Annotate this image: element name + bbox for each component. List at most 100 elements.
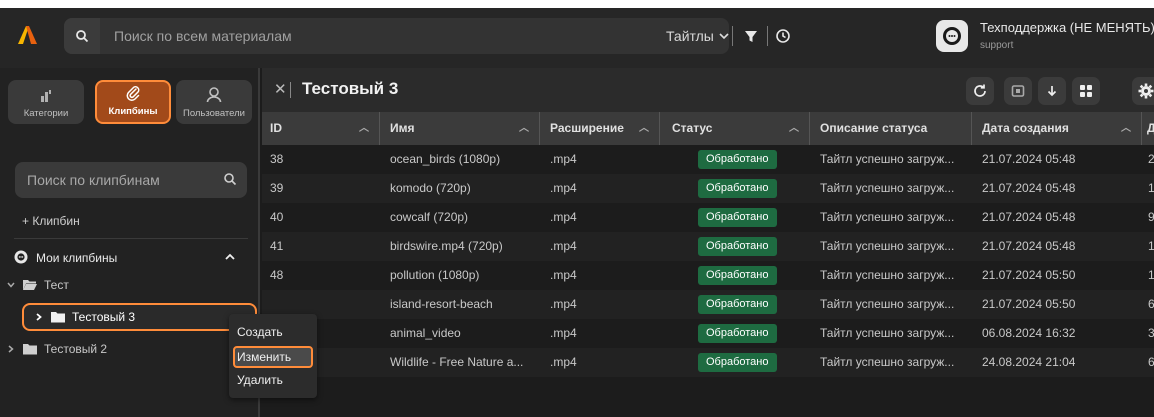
cell-id: 38 bbox=[270, 152, 284, 166]
main-panel: ✕ Тестовый 3 ID ︿ Имя ︿ Расширение ︿ Ста… bbox=[262, 68, 1154, 417]
status-badge: Обработано bbox=[698, 295, 777, 314]
tab-categories-label: Категории bbox=[23, 108, 69, 119]
download-button[interactable] bbox=[1038, 77, 1066, 105]
column-id[interactable]: ID ︿ bbox=[262, 112, 380, 145]
column-status-description[interactable]: Описание статуса bbox=[810, 112, 972, 145]
search-icon[interactable] bbox=[223, 172, 237, 186]
cell-name: animal_video bbox=[390, 326, 461, 340]
grid-view-button[interactable] bbox=[1072, 77, 1100, 105]
clipbin-group-icon bbox=[14, 250, 28, 264]
cell-extension: .mp4 bbox=[550, 297, 577, 311]
close-icon[interactable]: ✕ bbox=[274, 80, 287, 98]
table-row[interactable]: animal_video .mp4 Обработано Тайтл успеш… bbox=[262, 319, 1154, 348]
table-row[interactable]: 48 pollution (1080p) .mp4 Обработано Тай… bbox=[262, 261, 1154, 290]
cell-name: Wildlife - Free Nature a... bbox=[390, 355, 524, 369]
cell-name: komodo (720p) bbox=[390, 181, 471, 195]
user-profile[interactable]: Техподдержка (НЕ МЕНЯТЬ) support bbox=[936, 18, 1154, 56]
settings-button[interactable] bbox=[1132, 77, 1154, 105]
user-icon bbox=[206, 87, 222, 103]
tab-clipbins[interactable]: Клипбины bbox=[95, 80, 171, 124]
column-created-date[interactable]: Дата создания ︿ bbox=[972, 112, 1142, 145]
column-label: Имя bbox=[390, 121, 415, 135]
search-icon[interactable] bbox=[64, 18, 100, 54]
tree-item-label: Тестовый 3 bbox=[72, 310, 136, 324]
column-name[interactable]: Имя ︿ bbox=[380, 112, 540, 145]
context-menu: Создать Изменить Удалить bbox=[229, 314, 317, 398]
cell-name: birdswire.mp4 (720p) bbox=[390, 239, 503, 253]
filter-icon[interactable] bbox=[742, 27, 760, 45]
cell-created-date: 21.07.2024 05:48 bbox=[982, 152, 1076, 166]
chevron-down-icon[interactable] bbox=[6, 280, 16, 290]
cell-extra: 6 bbox=[1148, 297, 1154, 311]
table-row[interactable]: 38 ocean_birds (1080p) .mp4 Обработано Т… bbox=[262, 145, 1154, 174]
chevron-up-icon[interactable] bbox=[224, 251, 236, 263]
table-row[interactable]: Wildlife - Free Nature a... .mp4 Обработ… bbox=[262, 348, 1154, 377]
tab-clipbins-label: Клипбины bbox=[108, 106, 158, 117]
status-badge: Обработано bbox=[698, 208, 777, 227]
cell-created-date: 21.07.2024 05:48 bbox=[982, 239, 1076, 253]
cell-name: cowcalf (720p) bbox=[390, 210, 469, 224]
table-row[interactable]: island-resort-beach .mp4 Обработано Тайт… bbox=[262, 290, 1154, 319]
grid-icon bbox=[1080, 85, 1092, 97]
search-scope-label: Тайтлы bbox=[666, 28, 714, 44]
app-logo[interactable] bbox=[16, 24, 38, 46]
tab-categories[interactable]: Категории bbox=[8, 80, 84, 124]
column-label: Расширение bbox=[550, 121, 624, 135]
cell-created-date: 21.07.2024 05:50 bbox=[982, 268, 1076, 282]
refresh-button[interactable] bbox=[966, 77, 994, 105]
cell-name: pollution (1080p) bbox=[390, 268, 480, 282]
menu-item-edit[interactable]: Изменить bbox=[233, 346, 313, 368]
table-header: ID ︿ Имя ︿ Расширение ︿ Статус ︿ Описание ст… bbox=[262, 112, 1154, 145]
my-clipbins-header[interactable]: Мои клипбины bbox=[14, 246, 246, 270]
tab-users[interactable]: Пользователи bbox=[176, 80, 252, 124]
sort-icon[interactable]: ︿ bbox=[359, 112, 369, 145]
clipbin-search-placeholder[interactable]: Поиск по клипбинам bbox=[27, 172, 160, 188]
global-search[interactable]: Поиск по всем материалам Тайтлы bbox=[64, 18, 790, 54]
sort-icon[interactable]: ︿ bbox=[1121, 112, 1131, 145]
table-row[interactable]: 41 birdswire.mp4 (720p) .mp4 Обработано … bbox=[262, 232, 1154, 261]
sort-icon[interactable]: ︿ bbox=[639, 112, 649, 145]
cell-created-date: 06.08.2024 16:32 bbox=[982, 326, 1076, 340]
table-row[interactable]: 39 komodo (720p) .mp4 Обработано Тайтл у… bbox=[262, 174, 1154, 203]
add-clipbin-button[interactable]: + Клипбин bbox=[22, 214, 80, 228]
top-bar: Поиск по всем материалам Тайтлы Техподде… bbox=[0, 8, 1154, 68]
cell-created-date: 21.07.2024 05:50 bbox=[982, 297, 1076, 311]
column-label: Статус bbox=[672, 121, 713, 135]
cell-extra: 1 bbox=[1148, 181, 1154, 195]
cell-id: 48 bbox=[270, 268, 284, 282]
menu-item-create[interactable]: Создать bbox=[233, 322, 313, 344]
status-badge: Обработано bbox=[698, 324, 777, 343]
cell-created-date: 21.07.2024 05:48 bbox=[982, 181, 1076, 195]
sort-icon[interactable]: ︿ bbox=[519, 112, 529, 145]
history-clock-icon[interactable] bbox=[774, 27, 792, 45]
search-scope-select[interactable]: Тайтлы bbox=[666, 28, 730, 44]
cell-extension: .mp4 bbox=[550, 152, 577, 166]
column-extension[interactable]: Расширение ︿ bbox=[540, 112, 660, 145]
cell-status-description: Тайтл успешно загруж... bbox=[820, 239, 955, 253]
sort-icon[interactable]: ︿ bbox=[789, 112, 799, 145]
chevron-right-icon[interactable] bbox=[34, 312, 44, 322]
tree-item-test[interactable]: Тест bbox=[6, 274, 69, 296]
column-status[interactable]: Статус ︿ bbox=[660, 112, 810, 145]
divider bbox=[767, 26, 768, 46]
divider bbox=[732, 26, 733, 46]
global-search-placeholder[interactable]: Поиск по всем материалам bbox=[114, 28, 292, 44]
chevron-down-icon bbox=[719, 33, 729, 40]
folder-icon bbox=[23, 344, 37, 355]
export-button[interactable] bbox=[1004, 77, 1032, 105]
column-extra[interactable]: Д bbox=[1142, 112, 1154, 145]
cell-status-description: Тайтл успешно загруж... bbox=[820, 268, 955, 282]
chevron-right-icon[interactable] bbox=[6, 344, 16, 354]
menu-item-delete[interactable]: Удалить bbox=[233, 370, 313, 392]
table-row[interactable]: 40 cowcalf (720p) .mp4 Обработано Тайтл … bbox=[262, 203, 1154, 232]
box-icon bbox=[1011, 85, 1025, 97]
tab-users-label: Пользователи bbox=[182, 108, 245, 119]
status-badge: Обработано bbox=[698, 353, 777, 372]
folder-icon bbox=[51, 312, 65, 323]
clipbin-search-input[interactable]: Поиск по клипбинам bbox=[15, 162, 247, 198]
cell-name: ocean_birds (1080p) bbox=[390, 152, 501, 166]
tree-item-test-3[interactable]: Тестовый 3 bbox=[22, 303, 257, 331]
tree-item-label: Тестовый 2 bbox=[44, 342, 108, 356]
tree-item-test-2[interactable]: Тестовый 2 bbox=[6, 338, 107, 360]
cell-id: 40 bbox=[270, 210, 284, 224]
